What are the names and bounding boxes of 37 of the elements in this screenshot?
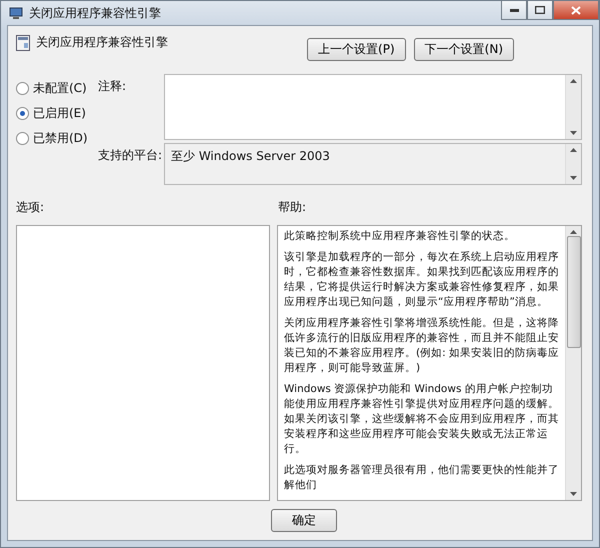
platform-label: 支持的平台: — [98, 147, 160, 164]
help-paragraph: Windows 资源保护功能和 Windows 的用户帐户控制功能使用应用程序兼容性引擎提供对应用程序问题的缓解。如果关闭该引擎，这些缓解将不会应用到应用程序，而其安装程序和这些应用程序可能会安装失败或无法正常运行。 — [284, 382, 560, 457]
settings-page-icon — [16, 34, 30, 50]
platform-field: 至少 Windows Server 2003 — [164, 143, 582, 185]
maximize-button[interactable] — [527, 1, 553, 20]
scroll-up-icon[interactable] — [570, 148, 577, 152]
radio-button[interactable] — [16, 132, 29, 145]
comment-field[interactable] — [164, 74, 582, 140]
radio-label[interactable]: 未配置(C) — [33, 80, 87, 97]
help-paragraph: 关闭应用程序兼容性引擎将增强系统性能。但是，这将降低许多流行的旧版应用程序的兼容性，而且并不能阻止安装已知的不兼容应用程序。(例如: 如果安装旧的防病毒应用程序，则可能导致蓝屏。) — [284, 316, 560, 376]
scroll-up-icon[interactable] — [570, 230, 577, 234]
help-label: 帮助: — [278, 199, 308, 216]
setting-title: 关闭应用程序兼容性引擎 — [36, 34, 168, 51]
radio-label[interactable]: 已启用(E) — [33, 105, 86, 122]
maximize-icon — [535, 6, 545, 14]
scroll-up-icon[interactable] — [570, 79, 577, 83]
radio-button[interactable] — [16, 82, 29, 95]
close-icon — [571, 6, 581, 14]
minimize-icon — [510, 8, 518, 12]
help-paragraph: 此选项对服务器管理员很有用，他们需要更快的性能并了解他们 — [284, 463, 560, 493]
scroll-down-icon[interactable] — [570, 492, 577, 496]
minimize-button[interactable] — [501, 1, 527, 20]
navigation-button[interactable]: 下一个设置(N) — [414, 38, 514, 61]
options-label: 选项: — [16, 199, 46, 216]
ok-button[interactable]: 确定 — [271, 509, 337, 532]
scroll-down-icon[interactable] — [570, 176, 577, 180]
help-paragraph: 此策略控制系统中应用程序兼容性引擎的状态。 — [284, 229, 516, 244]
comment-label: 注释: — [98, 78, 128, 95]
scroll-down-icon[interactable] — [570, 131, 577, 135]
monitor-icon — [9, 6, 23, 20]
close-button[interactable] — [553, 1, 599, 20]
help-paragraph: 该引擎是加载程序的一部分，每次在系统上启动应用程序时，它都检查兼容性数据库。如果找到匹配该应用程序的结果，它将提供运行时解决方案或兼容性修复程序，如果应用程序出现已知问题，则显示“应用程序帮助”消息。 — [284, 250, 560, 310]
scrollbar[interactable] — [565, 226, 581, 500]
navigation-button[interactable]: 上一个设置(P) — [307, 38, 406, 61]
window-title: 关闭应用程序兼容性引擎 — [29, 4, 162, 22]
radio-button[interactable] — [16, 107, 29, 120]
radio-label[interactable]: 已禁用(D) — [33, 130, 88, 147]
